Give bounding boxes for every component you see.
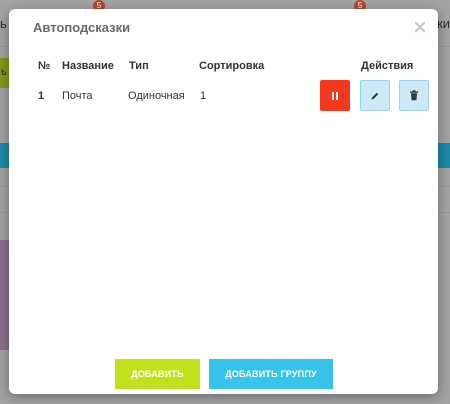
row-type: Одиночная <box>128 90 185 102</box>
header-sort: Сортировка <box>199 60 265 72</box>
close-icon[interactable] <box>413 20 427 34</box>
modal-title: Автоподсказки <box>33 20 131 35</box>
header-name: Название <box>62 60 114 72</box>
row-number: 1 <box>38 90 45 102</box>
background-right-text: ки <box>437 16 450 31</box>
row-sort: 1 <box>200 90 207 102</box>
delete-button[interactable] <box>399 80 429 111</box>
background-strip-text: ь <box>1 66 7 78</box>
background-blue-bar <box>438 143 450 168</box>
row-name: Почта <box>62 90 93 102</box>
add-group-button[interactable]: ДОБАВИТЬ ГРУППУ <box>209 359 333 389</box>
pause-button[interactable] <box>320 80 350 111</box>
header-type: Тип <box>129 60 149 72</box>
header-number: № <box>38 60 51 72</box>
trash-icon <box>410 90 418 101</box>
add-button[interactable]: ДОБАВИТЬ <box>115 359 200 389</box>
pencil-icon <box>371 92 379 99</box>
autosuggest-modal: Автоподсказки № Название Тип Сортировка … <box>9 9 438 394</box>
background-left-text: ь <box>0 16 7 31</box>
pause-icon <box>332 91 338 100</box>
header-actions: Действия <box>361 60 414 72</box>
edit-button[interactable] <box>360 80 390 111</box>
